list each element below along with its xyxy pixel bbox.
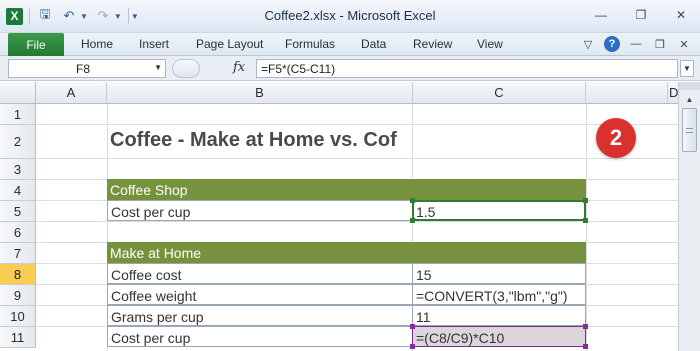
make-at-home-header[interactable]: Make at Home	[107, 242, 586, 263]
cell-b8[interactable]: Coffee cost	[107, 263, 413, 284]
formula-bar-divider[interactable]	[172, 59, 200, 78]
cell-c8[interactable]: 15	[412, 263, 586, 284]
scrollbar-thumb[interactable]	[682, 108, 697, 152]
cell-c10[interactable]: 11	[412, 305, 586, 326]
grip-icon	[686, 128, 693, 133]
tab-formulas[interactable]: Formulas	[285, 37, 335, 51]
cell-b10[interactable]: Grams per cup	[107, 305, 413, 326]
workbook-close-icon[interactable]: ✕	[676, 38, 692, 51]
row-header-5[interactable]: 5	[0, 201, 36, 222]
insert-function-icon[interactable]: fx	[233, 60, 245, 75]
select-all-corner[interactable]	[0, 82, 36, 104]
tab-review[interactable]: Review	[413, 37, 452, 51]
help-icon[interactable]: ?	[604, 36, 620, 52]
ribbon-controls: ▽ ? — ❐ ✕	[580, 36, 692, 52]
gridline	[36, 124, 678, 125]
row-header-10[interactable]: 10	[0, 306, 36, 327]
row-header-7[interactable]: 7	[0, 243, 36, 264]
row-header-9[interactable]: 9	[0, 285, 36, 306]
cell-c9[interactable]: =CONVERT(3,"lbm","g")	[412, 284, 586, 305]
tab-view[interactable]: View	[477, 37, 503, 51]
name-box-value: F8	[75, 62, 90, 76]
reference-handle[interactable]	[583, 344, 588, 349]
minimize-icon[interactable]: —	[590, 6, 612, 24]
vertical-scrollbar[interactable]: ▲	[678, 82, 700, 351]
cell-b5[interactable]: Cost per cup	[107, 200, 413, 221]
tab-insert[interactable]: Insert	[139, 37, 169, 51]
tab-data[interactable]: Data	[361, 37, 386, 51]
row-header-3[interactable]: 3	[0, 159, 36, 180]
cell-b9[interactable]: Coffee weight	[107, 284, 413, 305]
column-header-c[interactable]: C	[413, 82, 586, 104]
gridline	[36, 221, 678, 222]
reference-handle[interactable]	[583, 218, 588, 223]
tab-home[interactable]: Home	[81, 37, 113, 51]
coffee-shop-header[interactable]: Coffee Shop	[107, 179, 586, 200]
sheet-title[interactable]: Coffee - Make at Home vs. Cof	[110, 129, 397, 152]
minimize-ribbon-icon[interactable]: ▽	[580, 38, 596, 51]
name-box[interactable]: F8 ▼	[8, 59, 166, 78]
reference-handle[interactable]	[583, 324, 588, 329]
reference-handle[interactable]	[410, 324, 415, 329]
step-number-badge: 2	[596, 118, 636, 158]
row-header-11[interactable]: 11	[0, 327, 36, 348]
cell-c5[interactable]: 1.5	[412, 200, 586, 221]
reference-handle[interactable]	[410, 344, 415, 349]
column-header-blank[interactable]	[586, 82, 668, 104]
formula-input[interactable]: =F5*(C5-C11)	[256, 59, 678, 78]
window-controls: — ❐ ✕	[590, 6, 692, 24]
expand-formula-bar-icon[interactable]: ▼	[680, 60, 694, 77]
scroll-up-icon[interactable]: ▲	[682, 92, 697, 106]
split-handle[interactable]	[679, 82, 700, 90]
column-header-b[interactable]: B	[107, 82, 413, 104]
formula-bar: F8 ▼ fx =F5*(C5-C11) ▼	[0, 56, 700, 81]
workbook-restore-icon[interactable]: ❐	[652, 38, 668, 51]
column-header-a[interactable]: A	[36, 82, 107, 104]
cell-c11[interactable]: =(C8/C9)*C10	[412, 326, 586, 347]
ribbon-tabs: File Home Insert Page Layout Formulas Da…	[0, 33, 700, 56]
row-header-4[interactable]: 4	[0, 180, 36, 201]
close-icon[interactable]: ✕	[670, 6, 692, 24]
row-header-8[interactable]: 8	[0, 264, 36, 285]
row-header-6[interactable]: 6	[0, 222, 36, 243]
reference-handle[interactable]	[410, 198, 415, 203]
reference-handle[interactable]	[583, 198, 588, 203]
reference-handle[interactable]	[410, 218, 415, 223]
tab-page-layout[interactable]: Page Layout	[196, 37, 263, 51]
tab-file[interactable]: File	[8, 33, 64, 56]
title-bar: X 🖫 ↶ ▼ ↷ ▼ ▼ Coffee2.xlsx - Microsoft E…	[0, 0, 700, 33]
cell-b11[interactable]: Cost per cup	[107, 326, 413, 347]
chevron-down-icon[interactable]: ▼	[154, 63, 162, 72]
row-header-1[interactable]: 1	[0, 104, 36, 125]
restore-icon[interactable]: ❐	[630, 6, 652, 24]
gridline	[586, 104, 587, 351]
gridline	[36, 158, 678, 159]
row-header-2[interactable]: 2	[0, 125, 36, 159]
workbook-minimize-icon[interactable]: —	[628, 38, 644, 50]
column-header-d[interactable]: D	[668, 82, 678, 104]
